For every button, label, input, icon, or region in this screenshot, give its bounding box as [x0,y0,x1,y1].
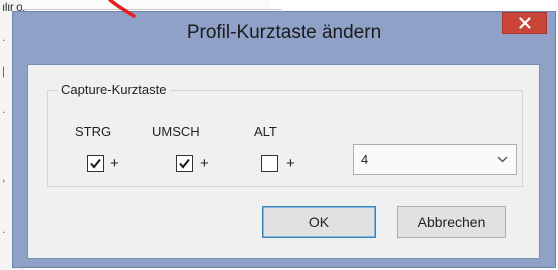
alt-checkbox[interactable] [261,155,278,172]
group-label: Capture-Kurztaste [58,82,170,97]
close-button[interactable] [502,12,547,34]
ok-button[interactable]: OK [262,206,376,238]
capture-shortcut-group: Capture-Kurztaste STRG UMSCH ALT + + + 4 [47,82,523,187]
modifier-label-strg: STRG [75,124,112,139]
background-area [270,0,558,9]
strg-checkbox[interactable] [87,155,104,172]
background-mark: . [2,102,6,116]
cancel-button[interactable]: Abbrechen [397,206,506,238]
checkmark-icon [179,158,190,169]
key-select-value: 4 [361,152,369,167]
background-mark: , [2,170,6,184]
dialog-client-area: Capture-Kurztaste STRG UMSCH ALT + + + 4 [27,64,540,259]
dialog-title: Profil-Kurztaste ändern [186,22,382,43]
background-mark: . [2,222,6,236]
modifier-label-umsch: UMSCH [152,124,200,139]
chevron-down-icon [497,156,508,163]
plus-sign: + [200,155,209,172]
plus-sign: + [286,155,295,172]
close-icon [518,17,531,29]
key-select[interactable]: 4 [353,144,517,175]
checkmark-icon [90,158,101,169]
umsch-checkbox[interactable] [176,155,193,172]
dialog-titlebar[interactable]: Profil-Kurztaste ändern [13,12,555,64]
profile-shortcut-dialog: Profil-Kurztaste ändern Capture-Kurztast… [12,11,556,268]
plus-sign: + [110,155,119,172]
background-mark: . [2,30,6,44]
modifier-label-alt: ALT [254,124,277,139]
background-mark: | [2,64,6,78]
background-toolbar [22,0,282,10]
